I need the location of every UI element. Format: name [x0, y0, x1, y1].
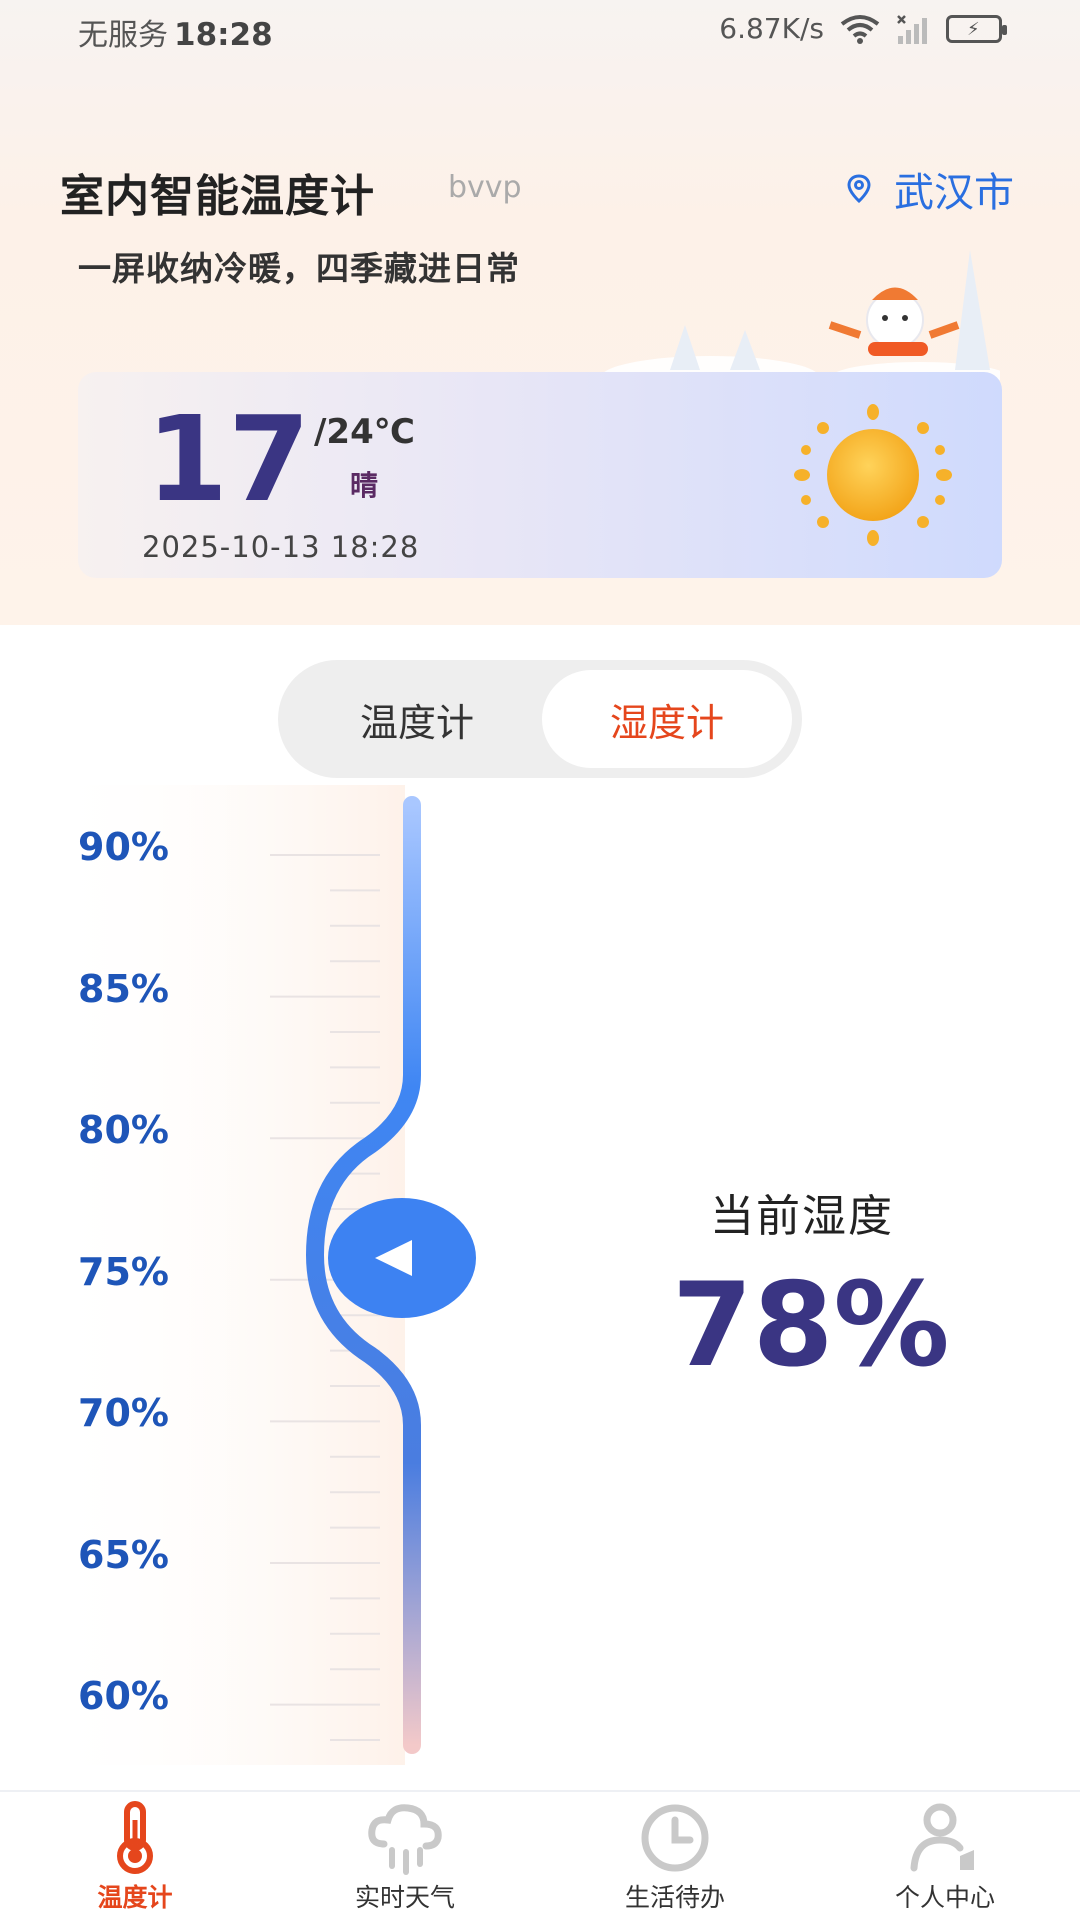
app-subtitle: bvvp [448, 170, 522, 205]
humidity-gauge[interactable]: 90% 85% 80% 75% 70% 65% 60% [40, 785, 480, 1765]
status-time: 18:28 [174, 17, 273, 53]
scale-label-80: 80% [78, 1108, 169, 1152]
status-left: 无服务 18:28 [78, 10, 273, 54]
status-bar: 无服务 18:28 6.87K/s ⚡ [0, 0, 1080, 64]
high-temperature: /24℃ [314, 412, 415, 452]
tab-thermometer[interactable]: 温度计 [292, 670, 542, 768]
current-temperature: 17 [146, 390, 311, 528]
current-humidity-value: 78% [672, 1258, 950, 1393]
network-speed: 6.87K/s [719, 12, 824, 45]
location-name: 武汉市 [894, 170, 1014, 216]
weather-card[interactable]: 17 /24℃ 晴 2025-10-13 18:28 [78, 372, 1002, 578]
current-humidity-label: 当前湿度 [710, 1191, 894, 1242]
scale-label-85: 85% [78, 967, 169, 1011]
tabbar-label: 温度计 [97, 1883, 173, 1912]
scale-label-65: 65% [78, 1533, 169, 1577]
weather-datetime: 2025-10-13 18:28 [142, 530, 420, 564]
bottom-tab-bar: 温度计 实时天气 生活待办 个人中心 [0, 1790, 1080, 1920]
battery-icon: ⚡ [946, 14, 1007, 43]
scale-label-90: 90% [78, 825, 169, 869]
tabbar-label: 个人中心 [894, 1883, 995, 1912]
user-icon [910, 1803, 974, 1872]
tabbar-todo[interactable]: 生活待办 [585, 1800, 765, 1920]
carrier-text: 无服务 [78, 18, 168, 53]
app-title: 室内智能温度计 [60, 171, 375, 222]
location-selector[interactable]: 武汉市 [844, 160, 1014, 218]
tabbar-profile[interactable]: 个人中心 [855, 1800, 1035, 1920]
weather-condition: 晴 [350, 469, 379, 502]
tabbar-label: 实时天气 [354, 1883, 455, 1912]
tabbar-weather[interactable]: 实时天气 [315, 1800, 495, 1920]
mode-segmented-control: 温度计 湿度计 [278, 660, 802, 778]
location-pin-icon [847, 174, 871, 204]
scale-label-70: 70% [78, 1391, 169, 1435]
status-right: 6.87K/s ⚡ [719, 12, 1007, 45]
scale-label-60: 60% [78, 1674, 169, 1718]
tabbar-label: 生活待办 [624, 1883, 725, 1912]
signal-icon [897, 14, 927, 44]
sun-icon [794, 404, 952, 546]
wifi-icon [840, 14, 880, 44]
tab-hygrometer[interactable]: 湿度计 [542, 670, 792, 768]
snowman-decoration [600, 250, 1000, 380]
thermometer-icon [117, 1801, 153, 1874]
clock-icon [641, 1804, 709, 1872]
cloud-rain-icon [368, 1804, 442, 1875]
tagline: 一屏收纳冷暖，四季藏进日常 [78, 249, 520, 288]
tabbar-thermometer[interactable]: 温度计 [45, 1800, 225, 1920]
scale-label-75: 75% [78, 1250, 169, 1294]
